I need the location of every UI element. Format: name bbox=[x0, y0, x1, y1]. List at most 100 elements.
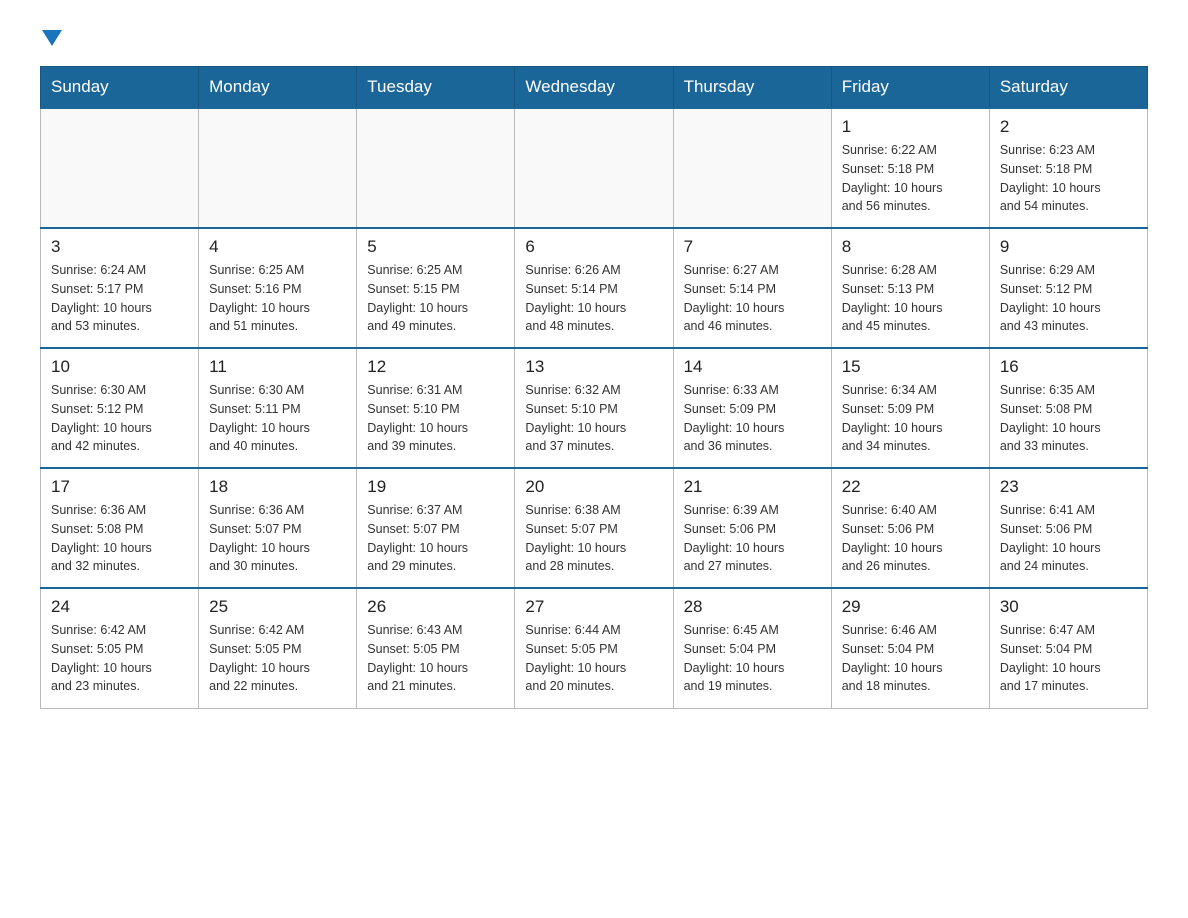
day-info: Sunrise: 6:36 AM Sunset: 5:08 PM Dayligh… bbox=[51, 501, 188, 576]
day-info: Sunrise: 6:24 AM Sunset: 5:17 PM Dayligh… bbox=[51, 261, 188, 336]
day-number: 11 bbox=[209, 357, 346, 377]
day-number: 9 bbox=[1000, 237, 1137, 257]
day-info: Sunrise: 6:45 AM Sunset: 5:04 PM Dayligh… bbox=[684, 621, 821, 696]
day-info: Sunrise: 6:41 AM Sunset: 5:06 PM Dayligh… bbox=[1000, 501, 1137, 576]
day-number: 24 bbox=[51, 597, 188, 617]
day-number: 30 bbox=[1000, 597, 1137, 617]
day-info: Sunrise: 6:47 AM Sunset: 5:04 PM Dayligh… bbox=[1000, 621, 1137, 696]
day-info: Sunrise: 6:34 AM Sunset: 5:09 PM Dayligh… bbox=[842, 381, 979, 456]
calendar-cell: 30 Sunrise: 6:47 AM Sunset: 5:04 PM Dayli… bbox=[989, 588, 1147, 708]
day-info: Sunrise: 6:23 AM Sunset: 5:18 PM Dayligh… bbox=[1000, 141, 1137, 216]
day-number: 17 bbox=[51, 477, 188, 497]
day-number: 25 bbox=[209, 597, 346, 617]
day-number: 19 bbox=[367, 477, 504, 497]
calendar-cell bbox=[357, 108, 515, 228]
day-info: Sunrise: 6:22 AM Sunset: 5:18 PM Dayligh… bbox=[842, 141, 979, 216]
calendar-cell: 20 Sunrise: 6:38 AM Sunset: 5:07 PM Dayli… bbox=[515, 468, 673, 588]
calendar-cell: 24 Sunrise: 6:42 AM Sunset: 5:05 PM Dayli… bbox=[41, 588, 199, 708]
day-number: 13 bbox=[525, 357, 662, 377]
calendar-cell bbox=[199, 108, 357, 228]
calendar-cell: 14 Sunrise: 6:33 AM Sunset: 5:09 PM Dayli… bbox=[673, 348, 831, 468]
calendar-cell: 6 Sunrise: 6:26 AM Sunset: 5:14 PM Daylig… bbox=[515, 228, 673, 348]
calendar-cell: 23 Sunrise: 6:41 AM Sunset: 5:06 PM Dayli… bbox=[989, 468, 1147, 588]
day-number: 29 bbox=[842, 597, 979, 617]
day-info: Sunrise: 6:29 AM Sunset: 5:12 PM Dayligh… bbox=[1000, 261, 1137, 336]
calendar-table: SundayMondayTuesdayWednesdayThursdayFrid… bbox=[40, 66, 1148, 709]
day-number: 22 bbox=[842, 477, 979, 497]
calendar-cell: 21 Sunrise: 6:39 AM Sunset: 5:06 PM Dayli… bbox=[673, 468, 831, 588]
day-number: 28 bbox=[684, 597, 821, 617]
calendar-cell: 2Sunrise: 6:23 AM Sunset: 5:18 PM Daylig… bbox=[989, 108, 1147, 228]
day-number: 18 bbox=[209, 477, 346, 497]
day-info: Sunrise: 6:30 AM Sunset: 5:11 PM Dayligh… bbox=[209, 381, 346, 456]
day-number: 5 bbox=[367, 237, 504, 257]
day-info: Sunrise: 6:36 AM Sunset: 5:07 PM Dayligh… bbox=[209, 501, 346, 576]
calendar-cell: 22 Sunrise: 6:40 AM Sunset: 5:06 PM Dayli… bbox=[831, 468, 989, 588]
day-number: 10 bbox=[51, 357, 188, 377]
calendar-cell: 17 Sunrise: 6:36 AM Sunset: 5:08 PM Dayli… bbox=[41, 468, 199, 588]
day-number: 14 bbox=[684, 357, 821, 377]
calendar-cell: 10 Sunrise: 6:30 AM Sunset: 5:12 PM Dayli… bbox=[41, 348, 199, 468]
calendar-cell: 26 Sunrise: 6:43 AM Sunset: 5:05 PM Dayli… bbox=[357, 588, 515, 708]
week-row-2: 3 Sunrise: 6:24 AM Sunset: 5:17 PM Daylig… bbox=[41, 228, 1148, 348]
week-row-4: 17 Sunrise: 6:36 AM Sunset: 5:08 PM Dayli… bbox=[41, 468, 1148, 588]
logo bbox=[40, 30, 62, 46]
day-number: 21 bbox=[684, 477, 821, 497]
day-number: 7 bbox=[684, 237, 821, 257]
week-row-1: 1Sunrise: 6:22 AM Sunset: 5:18 PM Daylig… bbox=[41, 108, 1148, 228]
day-info: Sunrise: 6:30 AM Sunset: 5:12 PM Dayligh… bbox=[51, 381, 188, 456]
day-info: Sunrise: 6:38 AM Sunset: 5:07 PM Dayligh… bbox=[525, 501, 662, 576]
calendar-cell bbox=[673, 108, 831, 228]
day-number: 20 bbox=[525, 477, 662, 497]
day-info: Sunrise: 6:40 AM Sunset: 5:06 PM Dayligh… bbox=[842, 501, 979, 576]
calendar-cell: 13 Sunrise: 6:32 AM Sunset: 5:10 PM Dayli… bbox=[515, 348, 673, 468]
day-info: Sunrise: 6:43 AM Sunset: 5:05 PM Dayligh… bbox=[367, 621, 504, 696]
day-info: Sunrise: 6:27 AM Sunset: 5:14 PM Dayligh… bbox=[684, 261, 821, 336]
day-info: Sunrise: 6:37 AM Sunset: 5:07 PM Dayligh… bbox=[367, 501, 504, 576]
calendar-cell: 4Sunrise: 6:25 AM Sunset: 5:16 PM Daylig… bbox=[199, 228, 357, 348]
calendar-cell: 15 Sunrise: 6:34 AM Sunset: 5:09 PM Dayli… bbox=[831, 348, 989, 468]
day-number: 6 bbox=[525, 237, 662, 257]
day-number: 3 bbox=[51, 237, 188, 257]
calendar-cell bbox=[515, 108, 673, 228]
day-number: 26 bbox=[367, 597, 504, 617]
weekday-header-friday: Friday bbox=[831, 67, 989, 109]
day-number: 27 bbox=[525, 597, 662, 617]
calendar-cell: 9 Sunrise: 6:29 AM Sunset: 5:12 PM Daylig… bbox=[989, 228, 1147, 348]
day-info: Sunrise: 6:26 AM Sunset: 5:14 PM Dayligh… bbox=[525, 261, 662, 336]
calendar-cell: 7 Sunrise: 6:27 AM Sunset: 5:14 PM Daylig… bbox=[673, 228, 831, 348]
header bbox=[40, 30, 1148, 46]
day-info: Sunrise: 6:44 AM Sunset: 5:05 PM Dayligh… bbox=[525, 621, 662, 696]
day-info: Sunrise: 6:39 AM Sunset: 5:06 PM Dayligh… bbox=[684, 501, 821, 576]
day-number: 16 bbox=[1000, 357, 1137, 377]
day-info: Sunrise: 6:31 AM Sunset: 5:10 PM Dayligh… bbox=[367, 381, 504, 456]
day-info: Sunrise: 6:33 AM Sunset: 5:09 PM Dayligh… bbox=[684, 381, 821, 456]
calendar-cell: 28 Sunrise: 6:45 AM Sunset: 5:04 PM Dayli… bbox=[673, 588, 831, 708]
week-row-3: 10 Sunrise: 6:30 AM Sunset: 5:12 PM Dayli… bbox=[41, 348, 1148, 468]
weekday-header-saturday: Saturday bbox=[989, 67, 1147, 109]
calendar-cell: 16 Sunrise: 6:35 AM Sunset: 5:08 PM Dayli… bbox=[989, 348, 1147, 468]
calendar-cell: 25Sunrise: 6:42 AM Sunset: 5:05 PM Dayli… bbox=[199, 588, 357, 708]
calendar-cell: 27 Sunrise: 6:44 AM Sunset: 5:05 PM Dayli… bbox=[515, 588, 673, 708]
weekday-header-monday: Monday bbox=[199, 67, 357, 109]
day-info: Sunrise: 6:28 AM Sunset: 5:13 PM Dayligh… bbox=[842, 261, 979, 336]
calendar-cell bbox=[41, 108, 199, 228]
calendar-cell: 1Sunrise: 6:22 AM Sunset: 5:18 PM Daylig… bbox=[831, 108, 989, 228]
weekday-header-tuesday: Tuesday bbox=[357, 67, 515, 109]
day-number: 4 bbox=[209, 237, 346, 257]
day-info: Sunrise: 6:46 AM Sunset: 5:04 PM Dayligh… bbox=[842, 621, 979, 696]
calendar-cell: 12Sunrise: 6:31 AM Sunset: 5:10 PM Dayli… bbox=[357, 348, 515, 468]
day-info: Sunrise: 6:42 AM Sunset: 5:05 PM Dayligh… bbox=[51, 621, 188, 696]
calendar-cell: 8Sunrise: 6:28 AM Sunset: 5:13 PM Daylig… bbox=[831, 228, 989, 348]
weekday-header-thursday: Thursday bbox=[673, 67, 831, 109]
calendar-cell: 3 Sunrise: 6:24 AM Sunset: 5:17 PM Daylig… bbox=[41, 228, 199, 348]
calendar-cell: 29 Sunrise: 6:46 AM Sunset: 5:04 PM Dayli… bbox=[831, 588, 989, 708]
day-number: 15 bbox=[842, 357, 979, 377]
day-info: Sunrise: 6:32 AM Sunset: 5:10 PM Dayligh… bbox=[525, 381, 662, 456]
calendar-cell: 11 Sunrise: 6:30 AM Sunset: 5:11 PM Dayli… bbox=[199, 348, 357, 468]
day-number: 23 bbox=[1000, 477, 1137, 497]
day-info: Sunrise: 6:35 AM Sunset: 5:08 PM Dayligh… bbox=[1000, 381, 1137, 456]
calendar-cell: 19 Sunrise: 6:37 AM Sunset: 5:07 PM Dayli… bbox=[357, 468, 515, 588]
weekday-header-wednesday: Wednesday bbox=[515, 67, 673, 109]
calendar-cell: 18 Sunrise: 6:36 AM Sunset: 5:07 PM Dayli… bbox=[199, 468, 357, 588]
